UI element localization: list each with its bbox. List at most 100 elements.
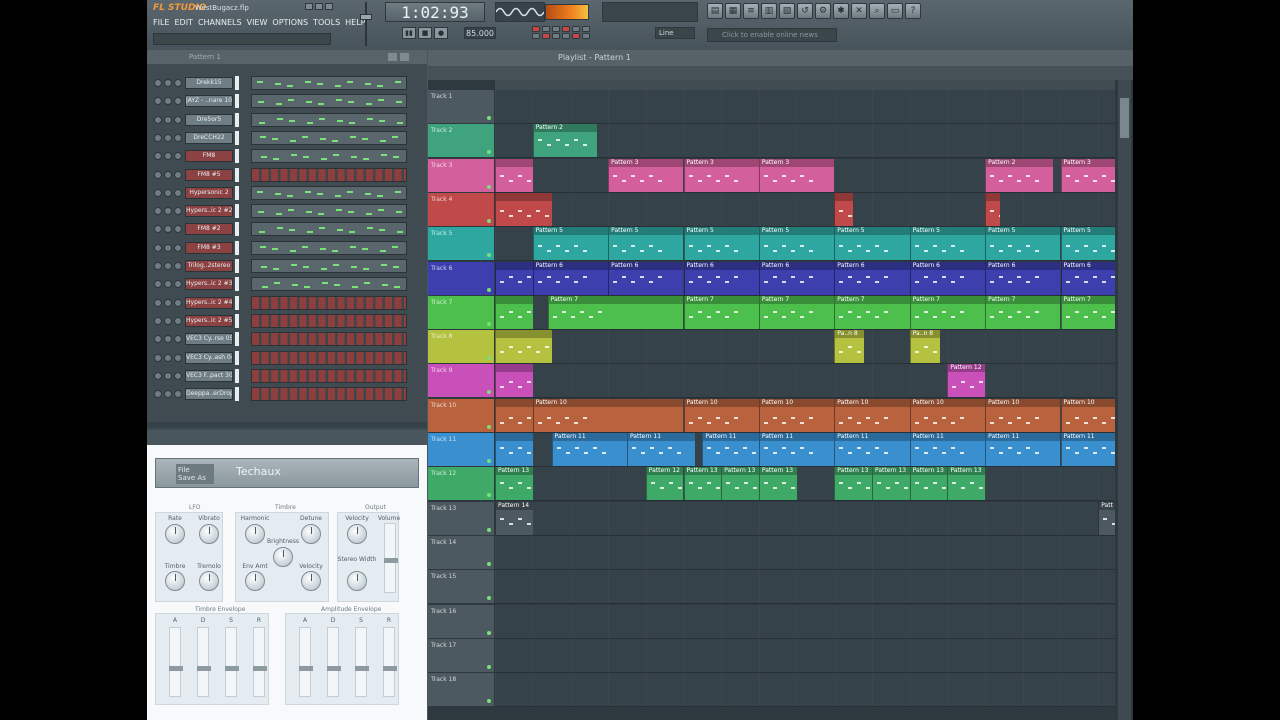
stereo-width-knob[interactable] xyxy=(347,571,367,591)
pattern-clip[interactable]: Pattern 10 xyxy=(909,398,986,432)
channel-name[interactable]: Hypersonic 2 xyxy=(185,186,233,199)
channel-pattern[interactable] xyxy=(251,204,407,219)
pattern-clip[interactable] xyxy=(495,192,552,226)
pattern-clip[interactable]: Pattern 2 xyxy=(985,158,1053,192)
track-enable-icon[interactable] xyxy=(487,356,491,361)
snap-selector[interactable]: Line xyxy=(655,27,695,39)
menu-tools[interactable]: TOOLS xyxy=(313,18,340,27)
adsr-fader[interactable] xyxy=(327,627,341,697)
toggle-icon[interactable] xyxy=(562,33,570,39)
track-grid[interactable] xyxy=(495,192,1115,227)
maximize-icon[interactable] xyxy=(315,3,323,10)
timeline-ruler[interactable] xyxy=(495,80,1115,90)
channel-selector[interactable] xyxy=(235,185,239,200)
pattern-clip[interactable]: Pattern 3 xyxy=(1060,158,1115,192)
track-grid[interactable]: Pattern 6 Pattern 6 Pattern 6 Pattern 6 Patt… xyxy=(495,261,1115,296)
pattern-clip[interactable]: Pattern 5 xyxy=(683,227,759,261)
harmonic-knob[interactable] xyxy=(245,524,265,544)
pattern-clip[interactable]: Pattern 11 xyxy=(702,433,759,466)
pattern-clip[interactable]: Pattern 3 xyxy=(608,158,684,192)
channel-row[interactable]: FM8 #3 xyxy=(147,239,427,257)
channel-pattern[interactable] xyxy=(251,295,407,310)
track-grid[interactable] xyxy=(495,570,1115,605)
channel-row[interactable]: VEC3 Cy..rse 05 xyxy=(147,330,427,348)
pattern-clip[interactable]: Pattern 5 xyxy=(532,227,609,261)
menu-view[interactable]: VIEW xyxy=(247,18,268,27)
track-enable-icon[interactable] xyxy=(487,390,491,395)
stop-button[interactable]: ■ xyxy=(418,27,432,39)
channel-name[interactable]: JAYZ - ..nare 10 xyxy=(185,95,233,108)
master-volume-slider[interactable] xyxy=(357,2,375,46)
channel-name[interactable]: FM8 xyxy=(185,150,233,163)
pattern-clip[interactable]: Pattern 7 xyxy=(909,295,986,329)
toggle-icon[interactable] xyxy=(582,33,590,39)
channel-name[interactable]: Dre5or5 xyxy=(185,113,233,126)
track-name[interactable]: Track 7 xyxy=(428,295,494,329)
env-amt-knob[interactable] xyxy=(245,571,265,591)
settings-icon[interactable]: ⚙ xyxy=(815,3,831,19)
channel-name[interactable]: Hypers..ic 2 #5 xyxy=(185,314,233,327)
pattern-clip[interactable]: Pattern 5 xyxy=(1060,227,1115,261)
channel-row[interactable]: FM8 #2 xyxy=(147,220,427,238)
track-name[interactable]: Track 3 xyxy=(428,158,494,192)
track-enable-icon[interactable] xyxy=(487,321,491,326)
pan-knob[interactable] xyxy=(164,133,172,142)
track-grid[interactable]: Pattern 10 Pattern 10 Pattern 10 Pattern 10… xyxy=(495,398,1115,433)
pattern-clip[interactable] xyxy=(985,192,1001,226)
pattern-clip[interactable]: Pattern 3 xyxy=(683,158,759,192)
channel-pattern[interactable] xyxy=(251,313,407,328)
pattern-clip[interactable]: Pattern 7 xyxy=(547,295,684,329)
pattern-clip[interactable]: Pattern 6 xyxy=(985,261,1061,295)
pan-knob[interactable] xyxy=(164,316,172,325)
close-icon[interactable] xyxy=(325,3,333,10)
channel-pattern[interactable] xyxy=(251,94,407,109)
pattern-clip[interactable]: Pattern 10 xyxy=(985,398,1061,432)
channel-row[interactable]: Hypers..ic 2 #5 xyxy=(147,312,427,330)
track-name[interactable]: Track 11 xyxy=(428,433,494,466)
pan-knob[interactable] xyxy=(164,390,172,399)
pan-knob[interactable] xyxy=(164,207,172,216)
channel-pattern[interactable] xyxy=(251,149,407,164)
mute-icon[interactable] xyxy=(154,115,162,124)
velocity-knob[interactable] xyxy=(301,571,321,591)
channel-selector[interactable] xyxy=(235,295,239,310)
volume-knob[interactable] xyxy=(174,152,182,161)
channel-selector[interactable] xyxy=(235,76,239,90)
track-grid[interactable]: Pa..n 8 Pa..n 8 xyxy=(495,330,1115,365)
pattern-clip[interactable]: Pattern 13 xyxy=(758,467,797,501)
track-name[interactable]: Track 12 xyxy=(428,467,494,501)
track-enable-icon[interactable] xyxy=(487,493,491,498)
pattern-clip[interactable]: Pattern 13 xyxy=(721,467,759,501)
pattern-clip[interactable] xyxy=(834,192,854,226)
pattern-clip[interactable]: Pattern 10 xyxy=(758,398,835,432)
volume-knob[interactable] xyxy=(174,280,182,289)
preset-name[interactable]: Techaux xyxy=(236,465,281,478)
pattern-clip[interactable]: Pattern 10 xyxy=(1060,398,1115,432)
channel-name[interactable]: DreCCH22 xyxy=(185,131,233,144)
track-grid[interactable]: Pattern 3 Pattern 3 Pattern 3 Pattern 2 Patt… xyxy=(495,158,1115,193)
song-time-display[interactable]: 1:02:93 xyxy=(385,2,485,22)
pattern-clip[interactable]: Pattern 12 xyxy=(947,364,986,398)
volume-knob[interactable] xyxy=(174,188,182,197)
pattern-clip[interactable]: Patt xyxy=(1098,501,1115,535)
track-name[interactable]: Track 17 xyxy=(428,638,494,672)
track-name[interactable]: Track 13 xyxy=(428,501,494,535)
pan-knob[interactable] xyxy=(164,225,172,234)
pattern-clip[interactable]: Pattern 6 xyxy=(1060,261,1115,295)
save-icon[interactable]: ▭ xyxy=(887,3,903,19)
toggle-icon[interactable] xyxy=(532,26,540,32)
output-velocity-knob[interactable] xyxy=(347,524,367,544)
volume-knob[interactable] xyxy=(174,79,182,87)
volume-knob[interactable] xyxy=(174,316,182,325)
pattern-clip[interactable]: Pattern 6 xyxy=(834,261,910,295)
channel-selector[interactable] xyxy=(235,332,239,347)
channel-row[interactable]: Hypers..ic 2 #3 xyxy=(147,275,427,293)
tremolo-knob[interactable] xyxy=(199,571,219,591)
pattern-clip[interactable] xyxy=(495,433,533,466)
channel-row[interactable]: Hypersonic 2 xyxy=(147,184,427,202)
toggle-icon[interactable] xyxy=(572,33,580,39)
pattern-clip[interactable]: Pattern 6 xyxy=(683,261,759,295)
track-enable-icon[interactable] xyxy=(487,424,491,429)
mute-icon[interactable] xyxy=(154,152,162,161)
track-enable-icon[interactable] xyxy=(487,664,491,669)
